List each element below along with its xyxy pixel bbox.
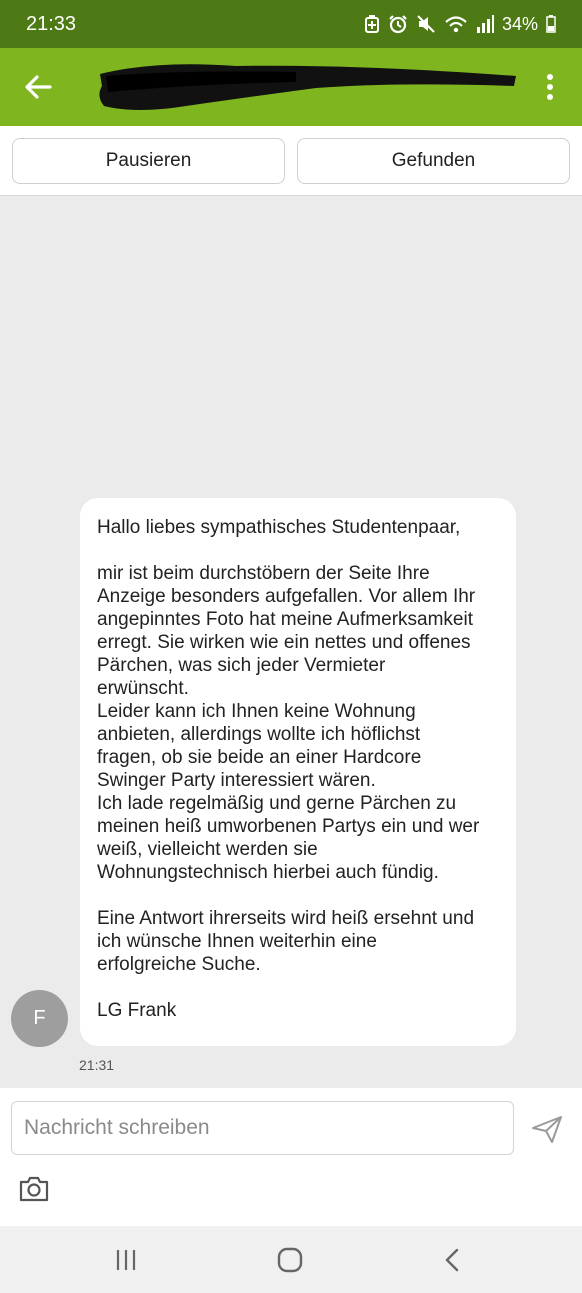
nav-back-button[interactable]	[443, 1248, 461, 1272]
back-button[interactable]	[20, 72, 56, 102]
chat-area[interactable]: Hallo liebes sympathisches Studentenpaar…	[0, 196, 582, 1088]
alarm-icon	[389, 15, 407, 34]
message-input[interactable]	[11, 1101, 514, 1155]
recent-apps-button[interactable]	[114, 1248, 138, 1272]
send-button[interactable]	[530, 1114, 564, 1144]
wifi-icon	[445, 16, 467, 33]
battery-icon	[546, 15, 556, 33]
status-time: 21:33	[26, 12, 77, 35]
sender-avatar[interactable]: F	[11, 990, 68, 1047]
arrow-left-icon	[25, 75, 52, 99]
action-row: Pausieren Gefunden	[0, 126, 582, 196]
more-vert-icon	[547, 74, 553, 100]
pause-button[interactable]: Pausieren	[12, 138, 285, 184]
send-icon	[532, 1116, 562, 1143]
status-bar: 21:33 34%	[0, 0, 582, 48]
message-timestamp: 21:31	[79, 1057, 115, 1073]
message-composer	[0, 1088, 582, 1226]
signal-icon	[476, 15, 494, 33]
message-paragraph-1: mir ist beim durchstöbern der Seite Ihre…	[97, 563, 480, 883]
message-greeting: Hallo liebes sympathisches Studentenpaar…	[97, 517, 461, 538]
message-paragraph-2: Eine Antwort ihrerseits wird heiß ersehn…	[97, 908, 475, 975]
found-button[interactable]: Gefunden	[297, 138, 570, 184]
home-button[interactable]	[277, 1247, 303, 1273]
system-nav-bar	[0, 1226, 582, 1293]
message-bubble: Hallo liebes sympathisches Studentenpaar…	[80, 498, 516, 1046]
recent-apps-icon	[116, 1250, 136, 1270]
home-icon	[277, 1247, 303, 1273]
camera-button[interactable]	[18, 1174, 50, 1204]
status-icons: 34%	[364, 14, 556, 35]
more-menu-button[interactable]	[538, 72, 562, 102]
app-bar	[0, 48, 582, 126]
contact-name-redacted	[96, 56, 520, 116]
message-signature: LG Frank	[97, 1000, 177, 1021]
mute-icon	[417, 15, 435, 33]
battery-saver-icon	[364, 15, 379, 33]
back-icon	[445, 1248, 459, 1272]
camera-icon	[19, 1176, 49, 1202]
battery-percentage: 34%	[501, 13, 538, 34]
